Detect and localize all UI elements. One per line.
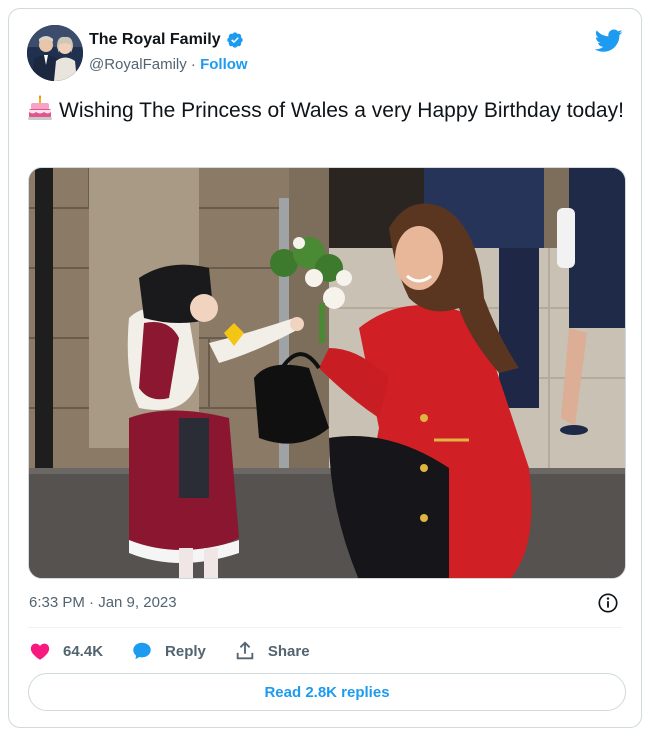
share-icon bbox=[236, 641, 254, 660]
author-name[interactable]: The Royal Family bbox=[89, 31, 221, 49]
like-count: 64.4K bbox=[63, 642, 104, 660]
like-button[interactable]: 64.4K bbox=[29, 640, 103, 662]
photo-image bbox=[29, 168, 625, 578]
heart-icon bbox=[30, 643, 50, 660]
verified-badge-icon bbox=[226, 32, 243, 48]
avatar[interactable] bbox=[27, 25, 83, 81]
share-button[interactable]: Share bbox=[234, 640, 310, 662]
read-replies-button[interactable]: Read 2.8K replies bbox=[28, 673, 626, 711]
tweet-photo[interactable] bbox=[28, 167, 626, 579]
divider bbox=[28, 627, 622, 628]
birthday-cake-icon bbox=[28, 95, 52, 120]
separator-dot: · bbox=[190, 56, 196, 73]
author-handle[interactable]: @RoyalFamily bbox=[89, 56, 187, 73]
reply-label: Reply bbox=[165, 642, 206, 660]
twitter-bird-icon[interactable] bbox=[595, 29, 623, 53]
avatar-photo bbox=[27, 25, 83, 81]
tweet-text: Wishing The Princess of Wales a very Hap… bbox=[59, 99, 624, 122]
reply-button[interactable]: Reply bbox=[131, 640, 206, 662]
follow-button[interactable]: Follow bbox=[200, 56, 248, 73]
tweet-text-block: Wishing The Princess of Wales a very Hap… bbox=[27, 95, 627, 125]
tweet-card: The Royal Family @RoyalFamily · Follow W… bbox=[8, 8, 642, 728]
author-handle-row: @RoyalFamily · Follow bbox=[89, 56, 248, 73]
reply-bubble-icon bbox=[133, 642, 151, 660]
author-name-row: The Royal Family bbox=[89, 31, 244, 49]
tweet-timestamp[interactable]: 6:33 PM · Jan 9, 2023 bbox=[29, 594, 177, 611]
info-icon[interactable] bbox=[597, 592, 619, 614]
action-bar: 64.4K Reply Share bbox=[29, 639, 338, 663]
share-label: Share bbox=[267, 642, 310, 660]
